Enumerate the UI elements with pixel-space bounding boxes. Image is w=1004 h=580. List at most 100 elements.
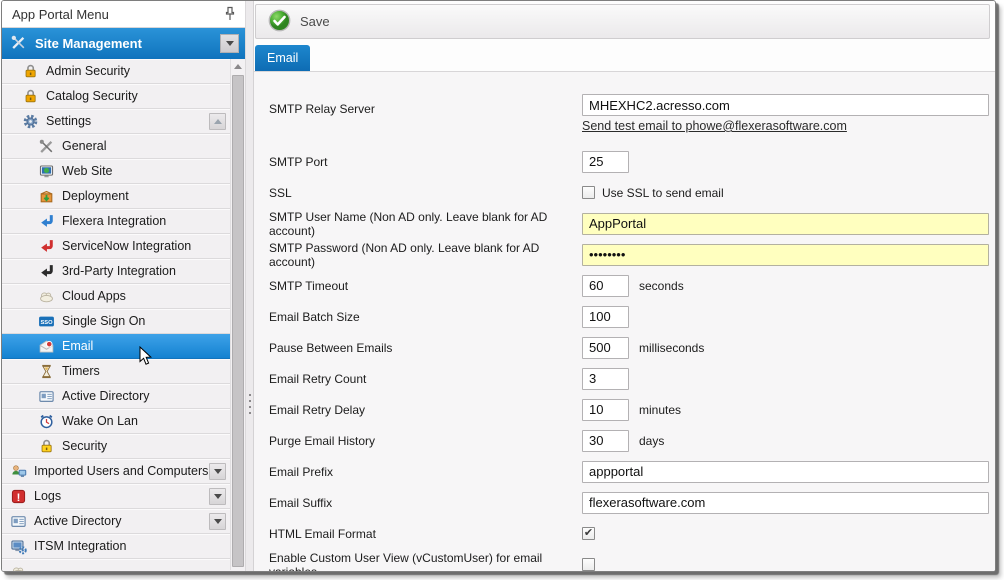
send-test-email-link[interactable]: Send test email to phowe@flexerasoftware… — [582, 119, 847, 133]
ssl-checkbox-label: Use SSL to send email — [602, 186, 724, 200]
sidebar-item-imported-users-and-computers[interactable]: Imported Users and Computers — [2, 459, 230, 484]
html-email-format-control — [582, 527, 595, 540]
svg-text:!: ! — [17, 491, 21, 503]
sidebar-item-itsm-integration[interactable]: ITSM Integration — [2, 534, 230, 559]
sidebar-item-email[interactable]: Email — [2, 334, 230, 359]
sidebar-item-label: Imported Users and Computers — [34, 464, 208, 478]
sidebar-item-partial-item[interactable] — [2, 559, 230, 571]
sidebar-item-label: ITSM Integration — [34, 539, 126, 553]
form-row-smtp-relay-server: SMTP Relay ServerSend test email to phow… — [269, 94, 995, 146]
smtp-relay-server-input[interactable] — [582, 94, 989, 116]
sidebar-item-deployment[interactable]: Deployment — [2, 184, 230, 209]
email-retry-delay-input[interactable] — [582, 399, 629, 421]
gear-icon — [22, 113, 39, 130]
save-button[interactable]: Save — [268, 9, 330, 35]
email-retry-count-label: Email Retry Count — [269, 372, 582, 386]
smtp-port-label: SMTP Port — [269, 155, 582, 169]
sidebar-item-active-directory-group[interactable]: Active Directory — [2, 509, 230, 534]
sidebar-item-label: Deployment — [62, 189, 129, 203]
pause-between-emails-control: milliseconds — [582, 337, 704, 359]
email-batch-size-label: Email Batch Size — [269, 310, 582, 324]
smtp-relay-server-label: SMTP Relay Server — [269, 94, 582, 116]
scrollbar-thumb[interactable] — [232, 75, 244, 567]
pause-between-emails-input[interactable] — [582, 337, 629, 359]
sidebar-item-timers[interactable]: Timers — [2, 359, 230, 384]
scroll-up-button[interactable] — [231, 59, 245, 74]
html-email-format-checkbox[interactable] — [582, 527, 595, 540]
sidebar-item-flexera-integration[interactable]: Flexera Integration — [2, 209, 230, 234]
pin-icon[interactable] — [223, 6, 237, 22]
main-content: Save Email SMTP Relay ServerSend test em… — [254, 1, 995, 571]
sidebar-item-single-sign-on[interactable]: SSOSingle Sign On — [2, 309, 230, 334]
smtp-port-control — [582, 151, 629, 173]
sidebar-item-label: Settings — [46, 114, 91, 128]
sidebar-item-label: Logs — [34, 489, 61, 503]
sidebar-item-logs[interactable]: ! Logs — [2, 484, 230, 509]
form-row-enable-custom-user-view: Enable Custom User View (vCustomUser) fo… — [269, 549, 995, 571]
sidebar: App Portal Menu Site Management Admin Se… — [2, 1, 245, 571]
sidebar-item-admin-security[interactable]: Admin Security — [2, 59, 230, 84]
clock-icon — [38, 413, 55, 430]
sidebar-item-label: Active Directory — [62, 389, 150, 403]
card-icon — [38, 388, 55, 405]
sidebar-item-label: Wake On Lan — [62, 414, 138, 428]
form-row-pause-between-emails: Pause Between Emails milliseconds — [269, 332, 995, 363]
form-row-smtp-user-name: SMTP User Name (Non AD only. Leave blank… — [269, 208, 995, 239]
form-row-html-email-format: HTML Email Format — [269, 518, 995, 549]
ssl-checkbox[interactable] — [582, 186, 595, 199]
purge-email-history-control: days — [582, 430, 664, 452]
sidebar-item-servicenow-integration[interactable]: ServiceNow Integration — [2, 234, 230, 259]
collapse-button[interactable] — [209, 113, 226, 130]
smtp-timeout-input[interactable] — [582, 275, 629, 297]
email-suffix-input[interactable] — [582, 492, 989, 514]
arrow-black-icon — [38, 263, 55, 280]
sidebar-group-label: Site Management — [35, 36, 142, 51]
lock-gold-icon — [22, 88, 39, 105]
sidebar-item-label: Single Sign On — [62, 314, 145, 328]
pause-between-emails-unit-label: milliseconds — [639, 341, 704, 355]
enable-custom-user-view-checkbox[interactable] — [582, 558, 595, 571]
sidebar-item-web-site[interactable]: Web Site — [2, 159, 230, 184]
smtp-password-input[interactable] — [582, 244, 989, 266]
sidebar-item-label: Catalog Security — [46, 89, 138, 103]
email-prefix-input[interactable] — [582, 461, 989, 483]
sidebar-item-catalog-security[interactable]: Catalog Security — [2, 84, 230, 109]
lock-gold-icon — [22, 63, 39, 80]
settings-panel: SMTP Relay ServerSend test email to phow… — [254, 71, 995, 571]
email-retry-delay-label: Email Retry Delay — [269, 403, 582, 417]
chevron-up-icon — [214, 119, 222, 124]
form-row-ssl: SSLUse SSL to send email — [269, 177, 995, 208]
sidebar-group-site-management[interactable]: Site Management — [2, 28, 245, 59]
pane-splitter[interactable] — [245, 1, 254, 571]
dropdown-button[interactable] — [209, 488, 226, 505]
purge-email-history-label: Purge Email History — [269, 434, 582, 448]
sidebar-item-general[interactable]: General — [2, 134, 230, 159]
tab-email[interactable]: Email — [255, 45, 310, 71]
dropdown-button[interactable] — [209, 463, 226, 480]
email-prefix-control — [582, 461, 989, 483]
save-label: Save — [300, 14, 330, 29]
chevron-down-icon — [214, 469, 222, 474]
pause-between-emails-label: Pause Between Emails — [269, 341, 582, 355]
sidebar-item-cloud-apps[interactable]: Cloud Apps — [2, 284, 230, 309]
sidebar-item-3rd-party-integration[interactable]: 3rd-Party Integration — [2, 259, 230, 284]
arrow-blue-icon — [38, 213, 55, 230]
email-suffix-control — [582, 492, 989, 514]
computer-gear-icon — [10, 538, 27, 555]
purge-email-history-input[interactable] — [582, 430, 629, 452]
email-retry-count-input[interactable] — [582, 368, 629, 390]
smtp-timeout-control: seconds — [582, 275, 684, 297]
sidebar-title: App Portal Menu — [12, 7, 109, 22]
cloud-icon — [38, 288, 55, 305]
email-batch-size-input[interactable] — [582, 306, 629, 328]
smtp-user-name-input[interactable] — [582, 213, 989, 235]
sidebar-item-security[interactable]: Security — [2, 434, 230, 459]
sidebar-item-wake-on-lan[interactable]: Wake On Lan — [2, 409, 230, 434]
dropdown-button[interactable] — [209, 513, 226, 530]
group-collapse-button[interactable] — [220, 34, 239, 53]
smtp-port-input[interactable] — [582, 151, 629, 173]
sidebar-item-settings[interactable]: Settings — [2, 109, 230, 134]
sidebar-scrollbar[interactable] — [230, 59, 245, 570]
sidebar-item-active-directory[interactable]: Active Directory — [2, 384, 230, 409]
email-retry-delay-control: minutes — [582, 399, 681, 421]
